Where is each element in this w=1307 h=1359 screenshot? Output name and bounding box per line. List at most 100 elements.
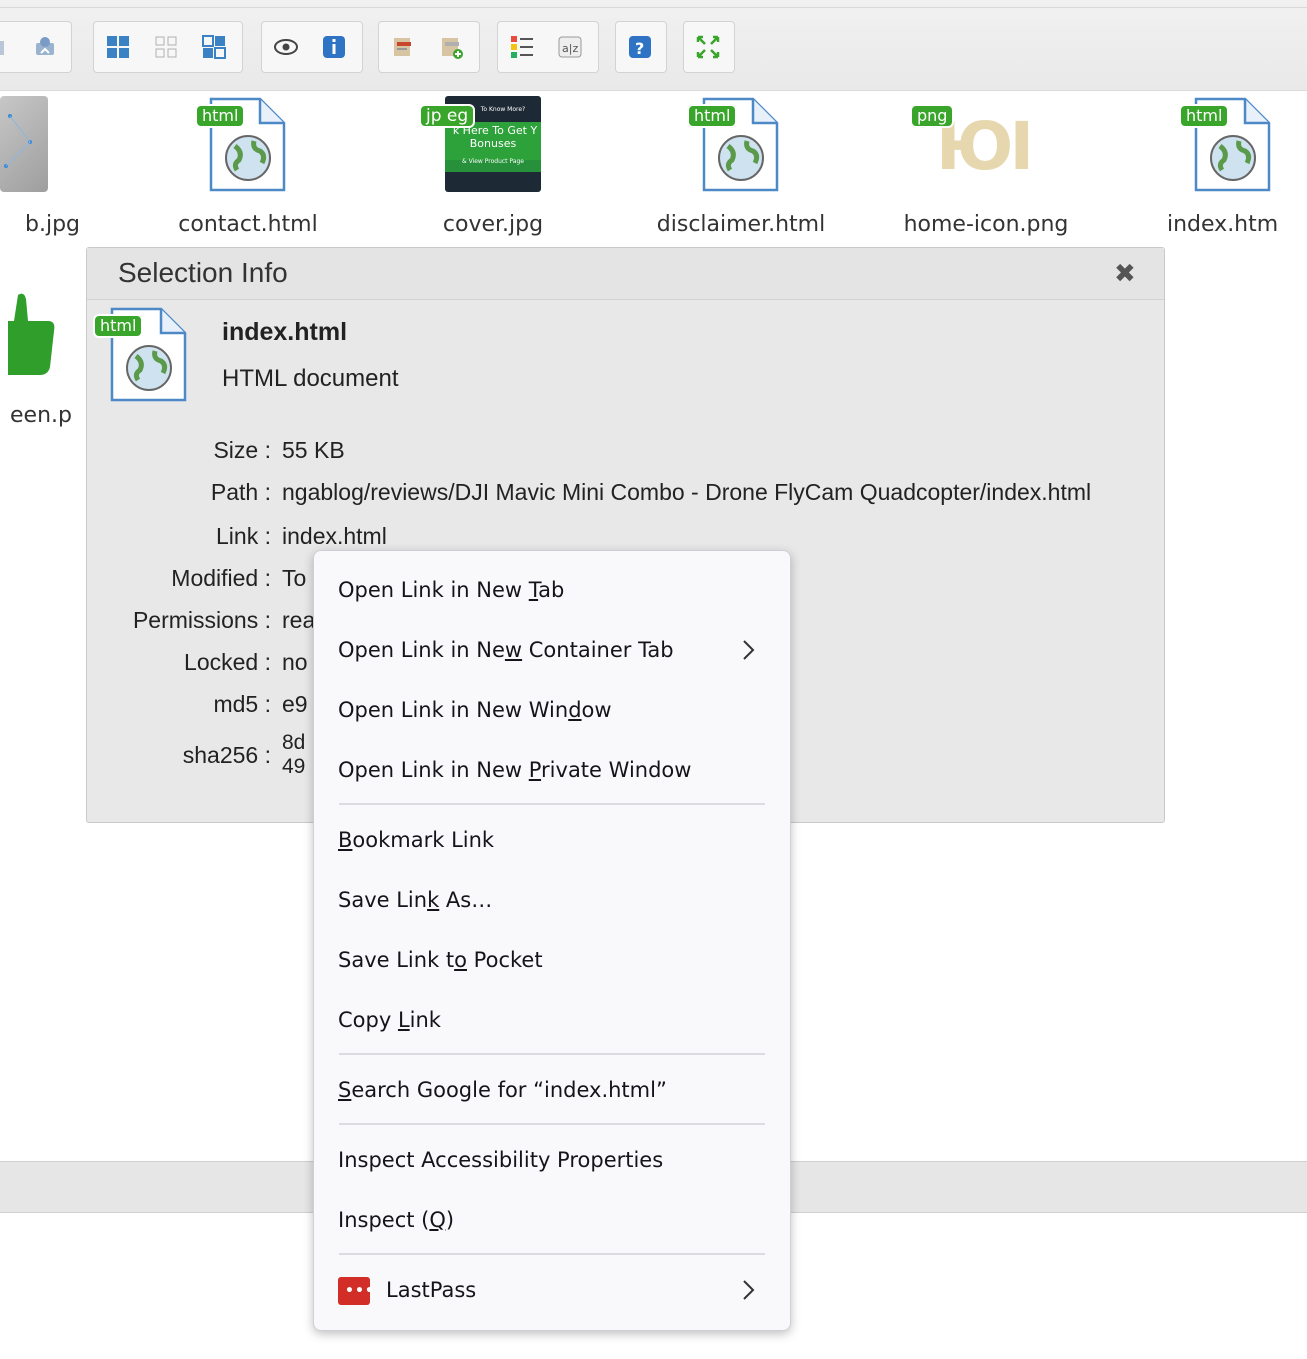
thumbs-up-icon	[8, 293, 55, 375]
info-label: Modified :	[171, 565, 271, 591]
selected-file-kind: HTML document	[222, 365, 399, 392]
toolbar-divider	[0, 7, 1307, 8]
context-menu: Open Link in New Tab Open Link in New Co…	[313, 550, 791, 1331]
info-label: Path :	[210, 479, 271, 505]
file-item-home-icon-png[interactable]: ЮI png home-icon.png	[886, 96, 1086, 246]
sort-icon[interactable]: a|z	[546, 22, 594, 72]
menu-bookmark-link[interactable]: Bookmark Link	[314, 811, 790, 871]
file-type-badge: html	[687, 104, 738, 128]
view-tiles-icon[interactable]	[190, 22, 238, 72]
image-thumbnail	[0, 96, 48, 192]
info-value: 55 KB	[282, 437, 345, 463]
info-value: no	[282, 649, 308, 675]
file-type-badge: html	[195, 104, 246, 128]
info-value: 8d	[282, 731, 306, 754]
info-label: sha256 :	[182, 742, 271, 768]
menu-open-link-new-tab[interactable]: Open Link in New Tab	[314, 561, 790, 621]
file-type-badge: png	[910, 104, 955, 128]
file-item-cover-jpg[interactable]: To Know More? k Here To Get Y Bonuses & …	[393, 96, 593, 246]
menu-lastpass[interactable]: ••• LastPass	[314, 1261, 790, 1321]
menu-label: Bookmark Link	[338, 828, 495, 852]
file-item-index-html[interactable]: html index.htm	[1133, 96, 1307, 246]
menu-label: Save Link As…	[338, 888, 493, 912]
list-view-icon[interactable]	[498, 22, 546, 72]
file-name: b.jpg	[25, 212, 80, 237]
toolbar-group-list: a|z	[497, 21, 599, 73]
view-large-icons-icon[interactable]	[94, 22, 142, 72]
menu-label: Save Link to Pocket	[338, 948, 543, 972]
menu-separator	[339, 1123, 765, 1125]
dialog-titlebar[interactable]: Selection Info ✖	[87, 248, 1164, 300]
info-value: To	[282, 565, 307, 591]
info-label: Permissions :	[132, 607, 271, 633]
lastpass-icon: •••	[338, 1277, 374, 1305]
file-name: een.p	[10, 403, 72, 428]
fullscreen-icon[interactable]	[684, 22, 732, 72]
selected-file-name: index.html	[222, 318, 348, 346]
menu-open-link-container-tab[interactable]: Open Link in New Container Tab	[314, 621, 790, 681]
menu-label: LastPass	[386, 1278, 477, 1302]
toolbar-group-preview	[261, 21, 363, 73]
cover-text-line1: To Know More?	[480, 106, 526, 113]
file-type-badge: jp eg	[419, 104, 476, 128]
file-type-badge: html	[1179, 104, 1230, 128]
menu-label: Open Link in New Tab	[338, 578, 565, 602]
dialog-title: Selection Info	[118, 257, 288, 288]
file-item-contact-html[interactable]: html contact.html	[148, 96, 348, 246]
paste-icon[interactable]	[427, 22, 475, 72]
info-value: 49	[282, 755, 306, 778]
menu-inspect-accessibility[interactable]: Inspect Accessibility Properties	[314, 1131, 790, 1191]
chevron-right-icon	[743, 640, 755, 660]
info-value[interactable]: index.html	[282, 523, 387, 550]
copy-icon[interactable]	[379, 22, 427, 72]
info-value: ngablog/reviews/DJI Mavic Mini Combo - D…	[282, 479, 1092, 505]
menu-label: Copy Link	[338, 1008, 441, 1032]
menu-save-link-as[interactable]: Save Link As…	[314, 871, 790, 931]
help-icon[interactable]: ?	[616, 22, 664, 72]
file-name: disclaimer.html	[656, 212, 826, 237]
info-icon[interactable]	[310, 22, 358, 72]
toolbar-group-nav	[0, 21, 72, 73]
svg-text:a|z: a|z	[562, 42, 578, 55]
file-name: cover.jpg	[442, 212, 544, 237]
menu-separator	[339, 1253, 765, 1255]
menu-save-link-to-pocket[interactable]: Save Link to Pocket	[314, 931, 790, 991]
menu-open-link-private-window[interactable]: Open Link in New Private Window	[314, 741, 790, 801]
file-item-green-png[interactable]: een.p	[0, 285, 86, 435]
menu-label: Inspect Accessibility Properties	[338, 1148, 664, 1172]
view-small-icons-icon[interactable]	[142, 22, 190, 72]
cover-text-line3: Bonuses	[469, 137, 517, 150]
menu-separator	[339, 803, 765, 805]
menu-label: Inspect (Q)	[338, 1208, 455, 1232]
toolbar-group-help: ?	[615, 21, 667, 73]
menu-separator	[339, 1053, 765, 1055]
prev-icon[interactable]	[0, 22, 21, 72]
chevron-right-icon	[743, 1280, 755, 1300]
toolbar-group-views	[93, 21, 243, 73]
svg-text:?: ?	[635, 39, 644, 58]
toolbar-group-fullscreen	[683, 21, 735, 73]
refresh-icon[interactable]	[21, 22, 69, 72]
menu-label: Open Link in New Private Window	[338, 758, 692, 782]
menu-search-google[interactable]: Search Google for “index.html”	[314, 1061, 790, 1121]
close-icon[interactable]: ✖	[1114, 259, 1136, 289]
cover-text-line4: & View Product Page	[462, 158, 524, 165]
menu-open-link-new-window[interactable]: Open Link in New Window	[314, 681, 790, 741]
menu-copy-link[interactable]: Copy Link	[314, 991, 790, 1051]
info-label: Size :	[213, 437, 271, 463]
menu-label: Open Link in New Container Tab	[338, 638, 674, 662]
file-type-badge: html	[93, 314, 144, 338]
info-label: md5 :	[213, 691, 271, 717]
menu-inspect[interactable]: Inspect (Q)	[314, 1191, 790, 1251]
file-name: home-icon.png	[903, 212, 1069, 237]
menu-label: Open Link in New Window	[338, 698, 612, 722]
info-label: Locked :	[184, 649, 271, 675]
file-item-disclaimer-html[interactable]: html disclaimer.html	[641, 96, 841, 246]
toolbar: a|z ?	[0, 0, 1307, 91]
info-value: rea	[282, 607, 316, 633]
preview-icon[interactable]	[262, 22, 310, 72]
info-label: Link :	[216, 523, 271, 549]
file-item-b-jpg[interactable]: b.jpg	[0, 96, 150, 246]
info-value: e9	[282, 691, 308, 717]
file-name: index.htm	[1167, 212, 1279, 237]
